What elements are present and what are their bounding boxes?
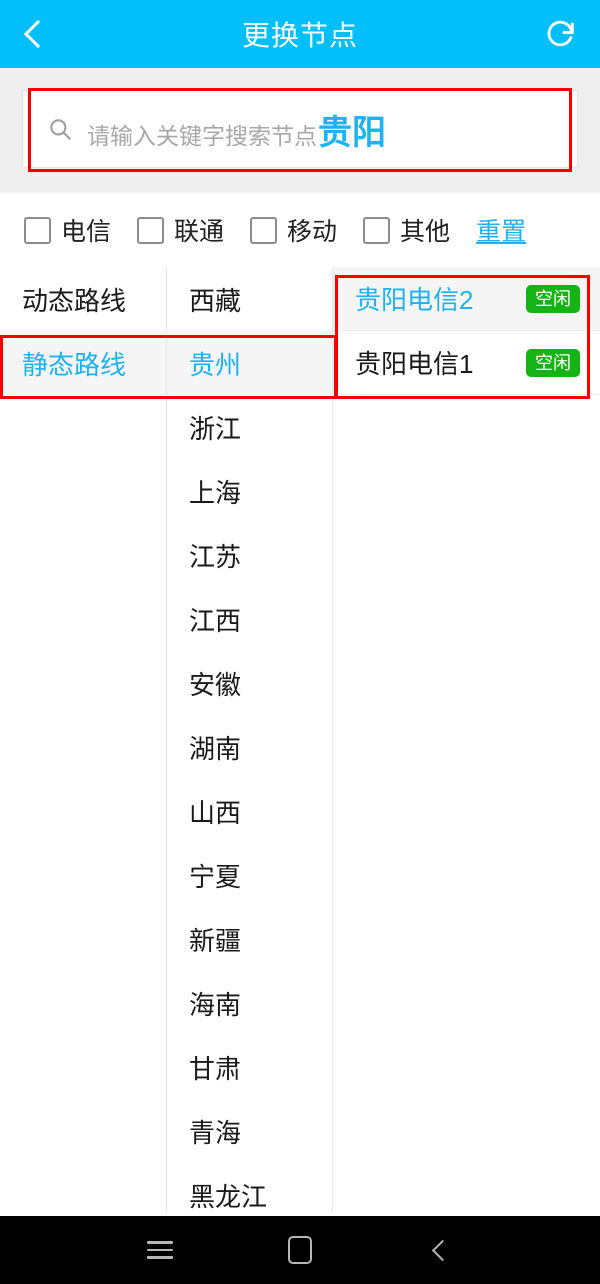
nav-home-button[interactable] (265, 1216, 335, 1284)
nav-back-button[interactable] (405, 1216, 475, 1284)
filter-bar: 电信 联通 移动 其他 重置 (0, 193, 600, 267)
list-item[interactable]: 山西 (167, 779, 332, 843)
province-label: 黑龙江 (189, 1181, 268, 1212)
search-icon (47, 116, 73, 142)
province-label: 安徽 (189, 669, 242, 700)
province-label: 江西 (189, 605, 242, 636)
province-label: 山西 (189, 797, 242, 828)
checkbox-icon[interactable] (250, 216, 278, 244)
node-name: 贵阳电信1 (355, 349, 474, 379)
route-item-label: 静态路线 (22, 349, 127, 380)
hamburger-icon (147, 1236, 173, 1264)
list-item[interactable]: 青海 (167, 1099, 332, 1163)
node-column: 贵阳电信2 空闲 贵阳电信1 空闲 (333, 267, 600, 1212)
filter-checkbox-other[interactable]: 其他 (363, 212, 450, 248)
checkbox-icon[interactable] (137, 216, 165, 244)
back-button[interactable] (0, 0, 70, 68)
filter-label: 其他 (400, 218, 451, 246)
province-label: 甘肃 (189, 1053, 242, 1084)
province-label: 新疆 (189, 925, 242, 956)
province-label: 海南 (189, 989, 242, 1020)
table-row[interactable]: 贵阳电信1 空闲 (333, 331, 600, 395)
province-label: 上海 (189, 477, 242, 508)
search-placeholder-text: 请输入关键字搜索节点 (87, 122, 317, 149)
list-item[interactable]: 安徽 (167, 651, 332, 715)
app-header: 更换节点 (0, 0, 600, 68)
province-label: 青海 (189, 1117, 242, 1148)
province-column[interactable]: 西藏 贵州 浙江 上海 江苏 江西 安徽 湖南 山西 宁夏 新疆 海南 甘肃 青… (166, 267, 333, 1212)
search-input[interactable]: 请输入关键字搜索节点 贵阳 (22, 90, 578, 168)
list-item[interactable]: 江西 (167, 587, 332, 651)
table-row[interactable]: 贵阳电信2 空闲 (333, 267, 600, 331)
filter-checkbox-mobile[interactable]: 移动 (250, 212, 337, 248)
route-item-dynamic[interactable]: 动态路线 (0, 267, 166, 331)
list-item[interactable]: 海南 (167, 971, 332, 1035)
status-badge: 空闲 (526, 348, 580, 377)
chevron-left-icon (23, 19, 53, 49)
route-type-column: 动态路线 静态路线 (0, 267, 166, 1212)
reset-button[interactable]: 重置 (476, 212, 526, 248)
list-item[interactable]: 江苏 (167, 523, 332, 587)
list-item[interactable]: 西藏 (167, 267, 332, 331)
filter-label: 联通 (174, 218, 225, 246)
list-item[interactable]: 湖南 (167, 715, 332, 779)
route-item-label: 动态路线 (22, 285, 127, 316)
list-item[interactable]: 黑龙江 (167, 1163, 332, 1212)
route-item-static[interactable]: 静态路线 (0, 331, 166, 395)
checkbox-icon[interactable] (24, 216, 51, 244)
refresh-button[interactable] (522, 0, 600, 68)
search-section: 请输入关键字搜索节点 贵阳 (0, 68, 600, 193)
selection-columns: 动态路线 静态路线 西藏 贵州 浙江 上海 江苏 江西 安徽 湖南 山西 宁夏 … (0, 267, 600, 1212)
filter-label: 电信 (61, 218, 112, 246)
search-text-wrap: 请输入关键字搜索节点 贵阳 (87, 105, 386, 154)
home-square-icon (288, 1236, 312, 1264)
android-navigation-bar (0, 1216, 600, 1284)
province-label: 江苏 (189, 541, 242, 572)
list-item[interactable]: 浙江 (167, 395, 332, 459)
province-label: 浙江 (189, 413, 242, 444)
list-item[interactable]: 贵州 (167, 331, 332, 395)
chevron-left-icon (431, 1239, 454, 1261)
filter-checkbox-unicom[interactable]: 联通 (137, 212, 224, 248)
search-value-text: 贵阳 (318, 113, 386, 152)
province-label: 贵州 (189, 349, 242, 380)
app-screen: 更换节点 请输入关键字搜索节点 贵阳 电信 联通 移动 其他 重置 动态路线 静… (0, 0, 600, 1284)
filter-label: 移动 (287, 218, 338, 246)
list-item[interactable]: 上海 (167, 459, 332, 523)
filter-checkbox-telecom[interactable]: 电信 (24, 212, 111, 248)
page-title: 更换节点 (241, 20, 358, 51)
node-name: 贵阳电信2 (355, 285, 474, 315)
refresh-icon (547, 20, 574, 47)
nav-recents-button[interactable] (125, 1216, 195, 1284)
province-label: 湖南 (189, 733, 242, 764)
list-item[interactable]: 新疆 (167, 907, 332, 971)
status-badge: 空闲 (526, 284, 580, 313)
list-item[interactable]: 甘肃 (167, 1035, 332, 1099)
checkbox-icon[interactable] (363, 216, 391, 244)
province-label: 西藏 (189, 285, 242, 316)
list-item[interactable]: 宁夏 (167, 843, 332, 907)
province-label: 宁夏 (189, 861, 242, 892)
